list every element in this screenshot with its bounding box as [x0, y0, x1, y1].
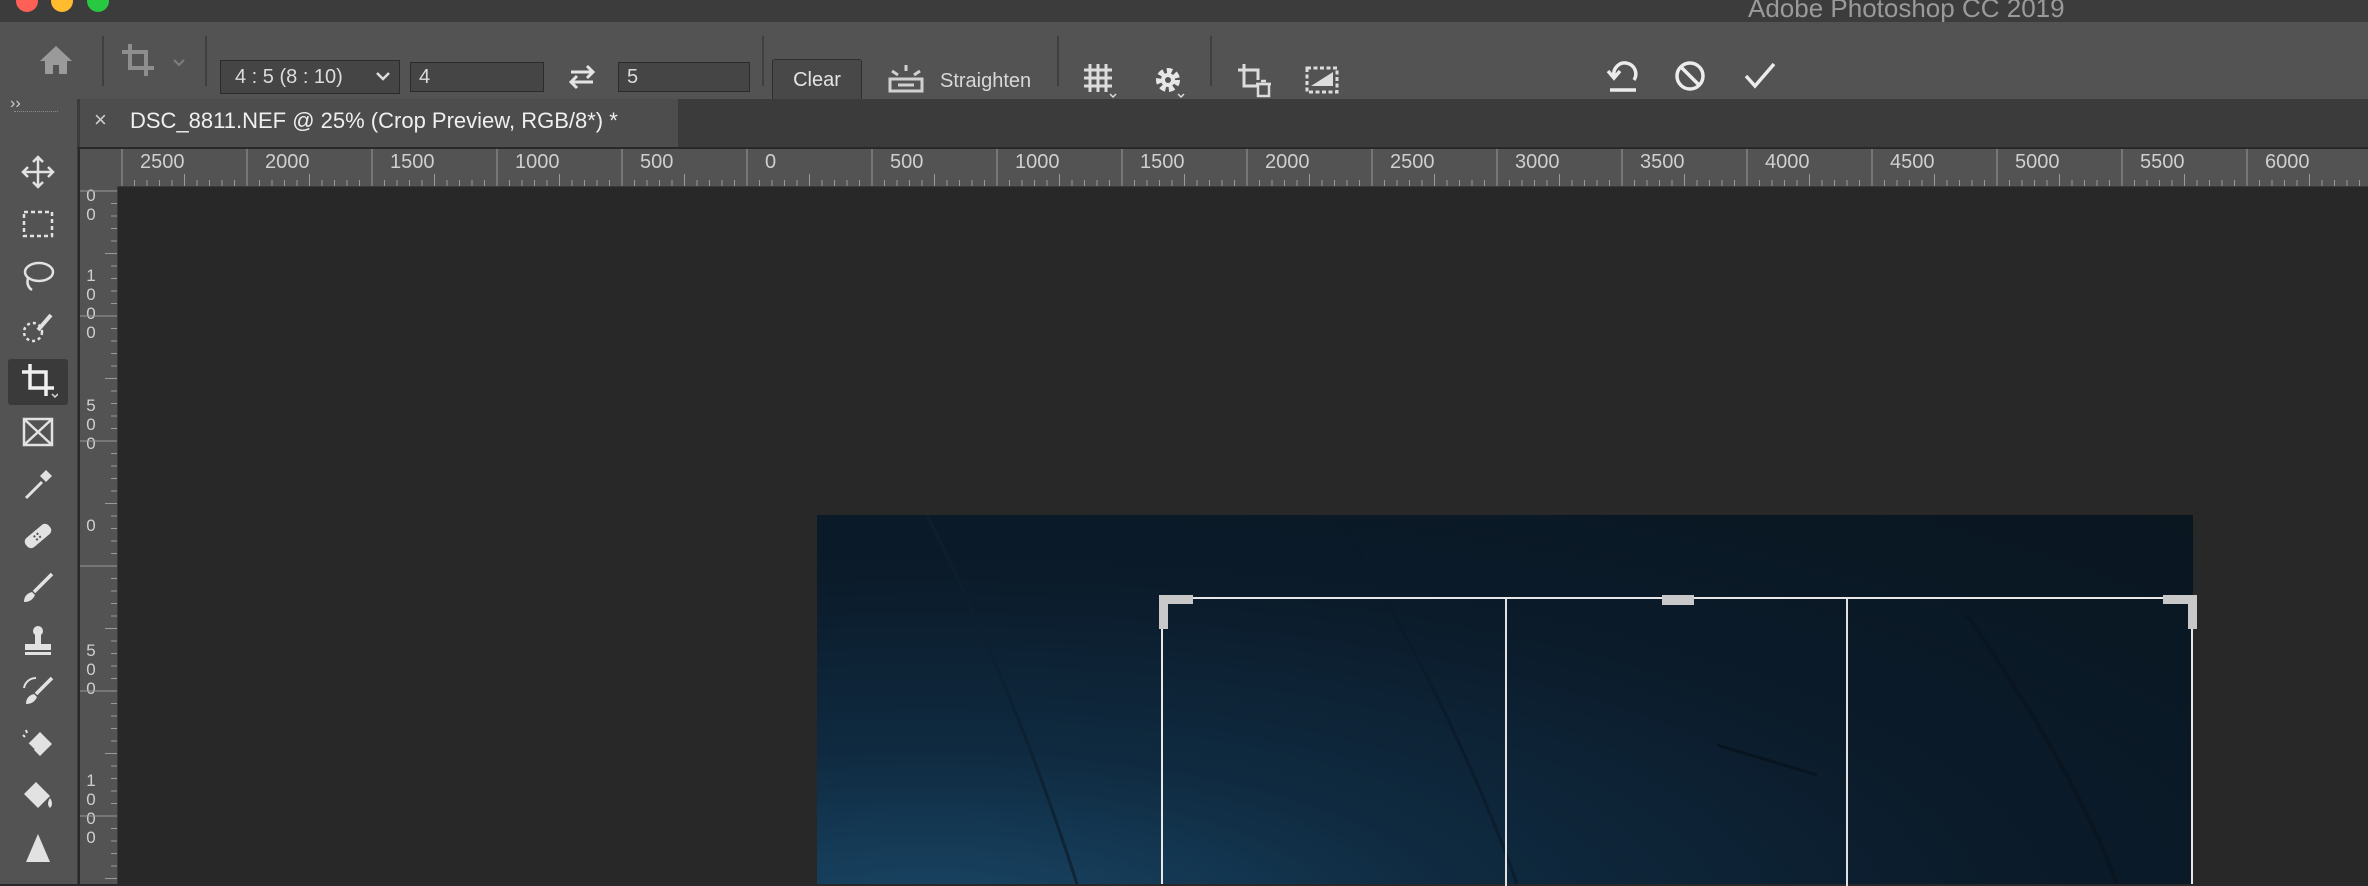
frame-tool[interactable]	[8, 411, 68, 457]
marquee-tool[interactable]	[8, 203, 68, 249]
clone-stamp-tool[interactable]	[8, 619, 68, 665]
lasso-tool[interactable]	[8, 255, 68, 301]
marquee-icon	[20, 206, 56, 247]
crop-settings-gear-icon[interactable]	[1146, 58, 1190, 102]
crop-grid-line	[1846, 599, 1848, 886]
straighten-icon[interactable]	[884, 58, 928, 98]
crop-tool[interactable]	[8, 359, 68, 405]
eraser-icon	[20, 726, 56, 767]
zoom-window-button[interactable]	[87, 0, 109, 12]
chevron-down-icon	[375, 61, 391, 103]
quick-select-icon	[20, 310, 56, 351]
frame-icon	[20, 414, 56, 455]
clear-button[interactable]: Clear	[772, 59, 862, 101]
ruler-ticks	[80, 190, 117, 879]
quick-select-tool[interactable]	[8, 307, 68, 353]
healing-brush-tool[interactable]	[8, 515, 68, 561]
crop-icon	[18, 360, 59, 405]
minimize-window-button[interactable]	[51, 0, 73, 12]
commit-check-icon[interactable]	[1738, 54, 1782, 98]
cancel-icon[interactable]	[1668, 54, 1712, 98]
options-bar: 4 : 5 (8 : 10) 4 5 Clear Straighten	[0, 22, 2368, 102]
paint-bucket-icon	[20, 778, 56, 819]
title-bar: Adobe Photoshop CC 2019	[0, 0, 2368, 23]
width-field[interactable]: 4	[410, 62, 544, 92]
healing-brush-icon	[20, 518, 56, 559]
content-aware-icon[interactable]	[1300, 58, 1346, 102]
lasso-icon	[20, 258, 56, 299]
crop-handle-top-right[interactable]	[2163, 595, 2197, 629]
ratio-select-value: 4 : 5 (8 : 10)	[235, 66, 343, 88]
horizontal-ruler[interactable]: 2500 2000 1500 1000 500 0 500 1000 1500 2000 2500 3…	[80, 149, 2368, 187]
paint-bucket-tool[interactable]	[8, 775, 68, 821]
tools-panel	[0, 115, 78, 884]
history-brush-icon	[20, 674, 56, 715]
swap-dimensions-icon[interactable]	[560, 60, 604, 94]
ruler-origin[interactable]	[80, 149, 117, 186]
history-brush-tool[interactable]	[8, 671, 68, 717]
clone-stamp-icon	[20, 622, 56, 663]
crop-grid-line	[1505, 599, 1507, 886]
panel-collapse-strip[interactable]: ››	[0, 95, 77, 116]
document-tab-title[interactable]: DSC_8811.NEF @ 25% (Crop Preview, RGB/8*…	[130, 108, 618, 134]
crop-handle-top[interactable]	[1662, 595, 1694, 605]
reset-icon[interactable]	[1602, 54, 1646, 98]
crop-box[interactable]	[1159, 595, 2197, 886]
ratio-select[interactable]: 4 : 5 (8 : 10)	[220, 60, 400, 94]
brush-icon	[20, 570, 56, 611]
crop-preset-picker[interactable]	[118, 38, 190, 82]
straighten-label[interactable]: Straighten	[940, 70, 1031, 93]
ruler-ticks	[121, 149, 2360, 186]
crop-handle-top-left[interactable]	[1159, 595, 1193, 629]
height-field[interactable]: 5	[618, 62, 750, 92]
move-tool[interactable]	[8, 151, 68, 197]
blur-icon	[20, 830, 56, 871]
app-title: Adobe Photoshop CC 2019	[1748, 0, 2065, 23]
blur-tool[interactable]	[8, 827, 68, 873]
eyedropper-tool[interactable]	[8, 463, 68, 509]
close-window-button[interactable]	[16, 0, 38, 12]
eyedropper-icon	[20, 466, 56, 507]
eraser-tool[interactable]	[8, 723, 68, 769]
brush-tool[interactable]	[8, 567, 68, 613]
move-icon	[20, 154, 56, 195]
delete-cropped-pixels-icon[interactable]	[1232, 58, 1276, 102]
home-icon[interactable]	[36, 40, 76, 80]
tab-close-icon[interactable]: ×	[94, 107, 107, 133]
overlay-grid-icon[interactable]	[1078, 58, 1122, 102]
vertical-ruler[interactable]: 00100050005001000	[80, 186, 118, 884]
